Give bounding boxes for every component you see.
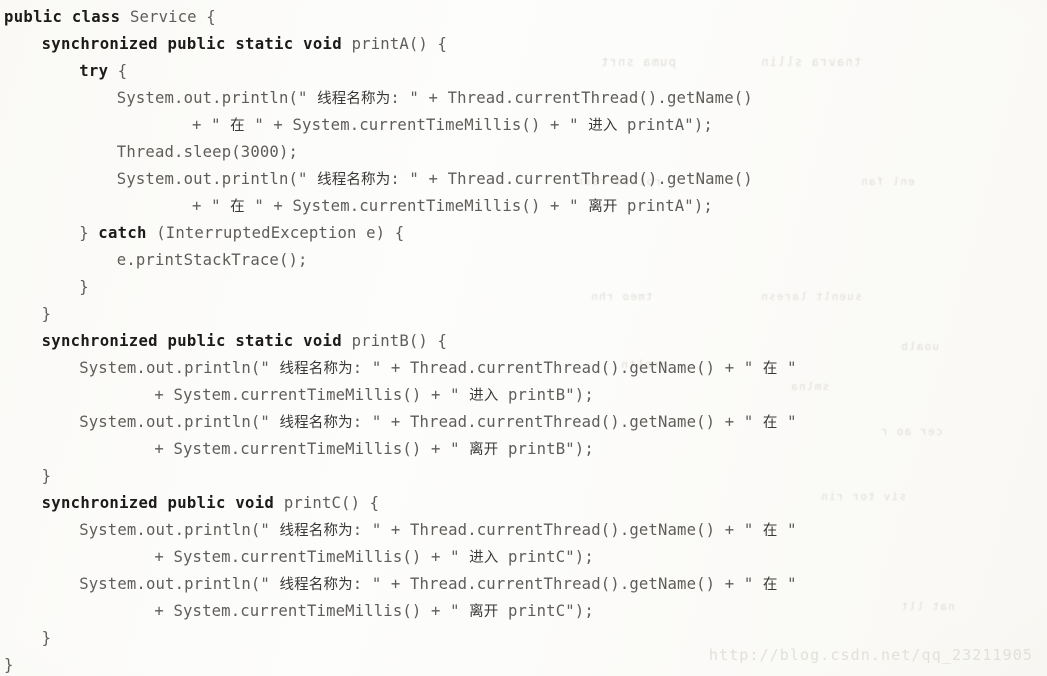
code-keyword: synchronized public static void [41,332,352,350]
code-text: " + System.currentTimeMillis() + " [244,116,589,134]
code-line: } [0,301,1047,328]
code-line: System.out.println(" 线程名称为: " + Thread.c… [0,355,1047,382]
code-line: } catch (InterruptedException e) { [0,220,1047,247]
code-line: + System.currentTimeMillis() + " 进入 prin… [0,382,1047,409]
code-line: + System.currentTimeMillis() + " 离开 prin… [0,436,1047,463]
code-text: printB"); [498,386,594,404]
code-keyword: synchronized public void [41,494,284,512]
code-text: + System.currentTimeMillis() + " [154,440,470,458]
code-line: + " 在 " + System.currentTimeMillis() + "… [0,193,1047,220]
code-cjk-string: 线程名称为 [279,577,353,593]
code-cjk-string: 线程名称为 [279,415,353,431]
code-text: Service { [129,8,216,26]
code-line: e.printStackTrace(); [0,247,1047,274]
code-text: printA"); [617,116,713,134]
code-keyword: synchronized public static void [41,35,352,53]
code-cjk-string: 线程名称为 [279,361,353,377]
code-cjk-string: 离开 [469,442,499,458]
scanned-page: puma snrt tnavra sllin roilsm rsan enl fan t… [0,0,1047,676]
code-text: : " + Thread.currentThread().getName() +… [352,359,763,377]
code-text: System.out.println(" [79,521,280,539]
code-line: + " 在 " + System.currentTimeMillis() + "… [0,112,1047,139]
code-line: } [0,463,1047,490]
code-cjk-string: 进入 [469,550,499,566]
code-cjk-string: 离开 [469,604,499,620]
code-text: printA() { [351,35,448,53]
code-cjk-string: 进入 [588,118,618,134]
code-line: System.out.println(" 线程名称为: " + Thread.c… [0,517,1047,544]
code-line: synchronized public static void printA()… [0,31,1047,58]
code-cjk-string: 在 [230,199,245,215]
code-text: System.out.println(" [79,359,280,377]
code-cjk-string: 线程名称为 [317,91,391,107]
code-text: : " + Thread.currentThread().getName() +… [352,521,763,539]
code-cjk-string: 离开 [588,199,618,215]
code-line: } [0,652,1047,676]
code-line: System.out.println(" 线程名称为: " + Thread.c… [0,409,1047,436]
code-line: public class Service { [0,4,1047,31]
code-text: } [41,629,52,647]
code-line: System.out.println(" 线程名称为: " + Thread.c… [0,85,1047,112]
code-text: " + System.currentTimeMillis() + " [244,197,589,215]
code-text: + System.currentTimeMillis() + " [154,602,470,620]
code-cjk-string: 在 [762,361,778,377]
code-text: " [777,575,797,593]
code-keyword: try [79,62,109,80]
code-text: : " + Thread.currentThread().getName() [390,170,753,188]
code-text: Thread.sleep(3000); [116,143,299,161]
code-text: printA"); [617,197,713,215]
code-text: " [777,521,797,539]
code-cjk-string: 在 [762,523,778,539]
code-cjk-string: 进入 [469,388,499,404]
code-text: : " + Thread.currentThread().getName() +… [352,575,763,593]
code-text: System.out.println(" [116,89,318,107]
code-line: + System.currentTimeMillis() + " 进入 prin… [0,544,1047,571]
code-text: " [777,359,797,377]
code-text: printC() { [283,494,380,512]
code-text: printC"); [498,548,594,566]
code-keyword: public class [4,8,130,26]
code-line: try { [0,58,1047,85]
code-line: synchronized public void printC() { [0,490,1047,517]
code-text: (InterruptedException e) { [146,224,405,242]
code-text: printC"); [498,602,594,620]
code-text: : " + Thread.currentThread().getName() +… [352,413,763,431]
code-text: " [777,413,797,431]
code-text: } [41,305,52,323]
code-cjk-string: 在 [762,415,778,431]
code-cjk-string: 线程名称为 [317,172,391,188]
code-text: + System.currentTimeMillis() + " [154,386,470,404]
java-code-listing: public class Service {synchronized publi… [0,0,1047,676]
code-cjk-string: 在 [762,577,778,593]
code-text: System.out.println(" [79,413,280,431]
code-text: System.out.println(" [79,575,280,593]
code-line: } [0,274,1047,301]
code-text: System.out.println(" [116,170,318,188]
code-text: printB() { [351,332,448,350]
code-line: System.out.println(" 线程名称为: " + Thread.c… [0,166,1047,193]
code-text: { [108,62,128,80]
code-keyword: catch [98,224,147,242]
code-line: System.out.println(" 线程名称为: " + Thread.c… [0,571,1047,598]
code-line: } [0,625,1047,652]
code-text: } [4,656,14,674]
code-text: : " + Thread.currentThread().getName() [390,89,753,107]
code-text: } [79,278,89,296]
code-text: e.printStackTrace(); [116,251,308,269]
code-text: + System.currentTimeMillis() + " [154,548,470,566]
code-cjk-string: 线程名称为 [279,523,353,539]
code-text: printB"); [498,440,594,458]
code-line: + System.currentTimeMillis() + " 离开 prin… [0,598,1047,625]
code-line: Thread.sleep(3000); [0,139,1047,166]
code-text: } [79,224,99,242]
code-text: } [41,467,52,485]
code-line: synchronized public static void printB()… [0,328,1047,355]
code-text: + " [192,197,231,215]
code-cjk-string: 在 [230,118,245,134]
code-text: + " [192,116,231,134]
